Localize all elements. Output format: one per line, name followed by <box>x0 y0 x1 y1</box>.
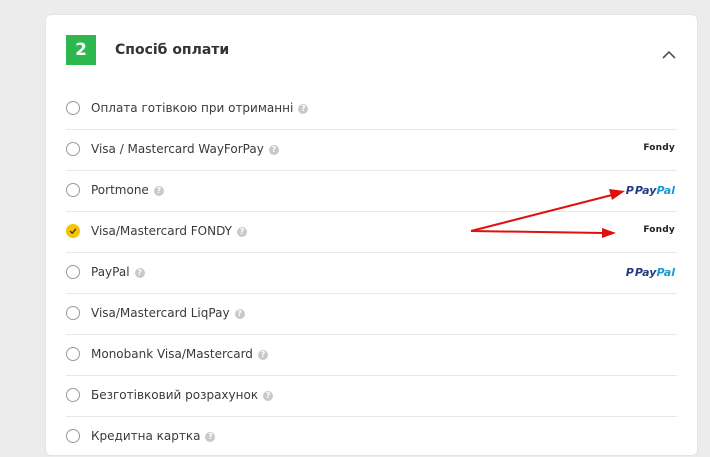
question-icon[interactable]: ? <box>237 227 247 237</box>
radio-button[interactable] <box>66 306 80 320</box>
radio-button[interactable] <box>66 429 80 443</box>
payment-options-list: Оплата готівкою при отриманні? Visa / Ma… <box>66 89 677 457</box>
question-icon[interactable]: ? <box>268 145 279 155</box>
radio-button[interactable] <box>66 183 80 197</box>
collapse-button[interactable] <box>661 45 677 59</box>
question-icon[interactable]: ? <box>205 432 216 442</box>
check-icon <box>69 228 77 235</box>
step-number-badge: 2 <box>66 35 96 65</box>
radio-button[interactable] <box>66 347 80 361</box>
option-label: Оплата готівкою при отриманні <box>91 101 294 115</box>
payment-option-portmone[interactable]: Portmone? PPayPal <box>66 171 677 212</box>
paypal-p-icon: P <box>625 184 634 197</box>
fondy-logo: Fondy <box>643 143 675 153</box>
section-title: Спосіб оплати <box>115 42 230 58</box>
paypal-p-icon: P <box>625 266 634 279</box>
option-label: Monobank Visa/Mastercard <box>91 347 253 361</box>
option-label: Portmone <box>91 183 149 197</box>
radio-button[interactable] <box>66 265 80 279</box>
radio-button[interactable] <box>66 101 80 115</box>
option-label: Visa / Mastercard WayForPay <box>91 142 264 156</box>
paypal-logo: PPayPal <box>625 266 675 279</box>
payment-option-cash[interactable]: Оплата готівкою при отриманні? <box>66 89 677 130</box>
payment-option-credit-card[interactable]: Кредитна картка? <box>66 417 677 457</box>
payment-option-monobank[interactable]: Monobank Visa/Mastercard? <box>66 335 677 376</box>
fondy-logo: Fondy <box>643 225 675 235</box>
radio-button[interactable] <box>66 142 80 156</box>
option-label: Безготівковий розрахунок <box>91 388 259 402</box>
option-label: PayPal <box>91 265 130 279</box>
question-icon[interactable]: ? <box>234 309 245 319</box>
payment-option-paypal[interactable]: PayPal? PPayPal <box>66 253 677 294</box>
question-icon[interactable]: ? <box>134 268 145 278</box>
payment-option-bank-transfer[interactable]: Безготівковий розрахунок? <box>66 376 677 417</box>
question-icon[interactable]: ? <box>257 350 268 360</box>
option-label: Кредитна картка <box>91 429 201 443</box>
question-icon[interactable]: ? <box>153 186 164 196</box>
option-label: Visa/Mastercard FONDY <box>91 224 232 238</box>
question-icon[interactable]: ? <box>298 104 309 114</box>
payment-method-card: 2 Спосіб оплати Оплата готівкою при отри… <box>45 14 698 456</box>
payment-option-fondy[interactable]: Visa/Mastercard FONDY? Fondy <box>66 212 677 253</box>
paypal-logo: PPayPal <box>625 184 675 197</box>
chevron-up-icon <box>662 50 676 59</box>
question-icon[interactable]: ? <box>263 391 274 401</box>
payment-option-wayforpay[interactable]: Visa / Mastercard WayForPay? Fondy <box>66 130 677 171</box>
option-label: Visa/Mastercard LiqPay <box>91 306 230 320</box>
payment-option-liqpay[interactable]: Visa/Mastercard LiqPay? <box>66 294 677 335</box>
step-number: 2 <box>75 40 87 60</box>
radio-button[interactable] <box>66 388 80 402</box>
radio-button-checked[interactable] <box>66 224 80 238</box>
